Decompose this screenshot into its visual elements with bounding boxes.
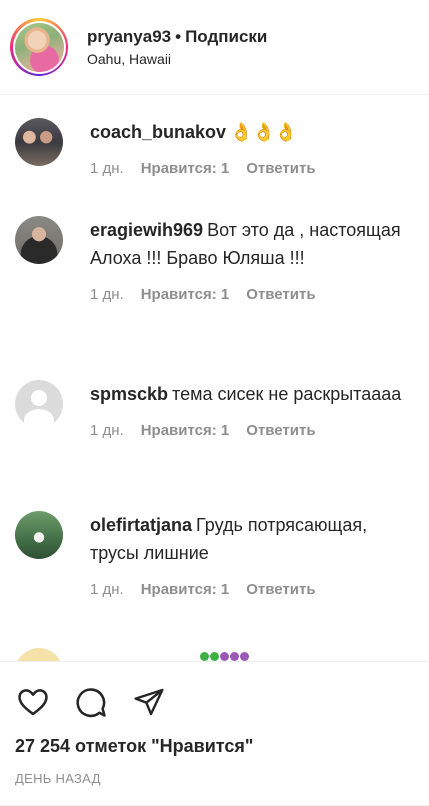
default-avatar-icon[interactable] xyxy=(15,380,63,428)
profile-avatar[interactable] xyxy=(10,18,68,76)
comment-text: olefirtatjana Грудь потрясающая, трусы ли… xyxy=(90,511,420,567)
likes-count[interactable]: 27 254 отметок "Нравится" xyxy=(15,736,253,757)
emoji-dot xyxy=(220,652,229,661)
comment-meta: 1 дн. Нравится: 1 Ответить xyxy=(90,422,420,439)
post-footer: 27 254 отметок "Нравится" ДЕНЬ НАЗАД xyxy=(0,661,429,806)
comment-message: тема сисек не раскрытаааа xyxy=(172,384,402,404)
comment-likes[interactable]: Нравится: 1 xyxy=(141,286,230,303)
comment-icon[interactable] xyxy=(73,684,109,720)
comment-body: spmsckb тема сисек не раскрытаааа 1 дн. Н… xyxy=(90,380,420,439)
emoji-dot xyxy=(210,652,219,661)
comment-meta: 1 дн. Нравится: 1 Ответить xyxy=(90,286,420,303)
comment-text: spmsckb тема сисек не раскрытаааа xyxy=(90,380,420,408)
emoji-dot xyxy=(200,652,209,661)
partial-emoji-row xyxy=(200,652,249,661)
commenter-avatar[interactable] xyxy=(15,118,63,166)
comment-item: eragiewih969 Вот это да , настоящая Алоха… xyxy=(15,216,425,303)
comment-likes[interactable]: Нравится: 1 xyxy=(141,422,230,439)
comment-body: olefirtatjana Грудь потрясающая, трусы ли… xyxy=(90,511,420,598)
next-comment-avatar-partial xyxy=(15,648,63,661)
comment-username[interactable]: coach_bunakov xyxy=(90,122,226,142)
emoji-dot xyxy=(230,652,239,661)
comment-text: eragiewih969 Вот это да , настоящая Алоха… xyxy=(90,216,420,272)
commenter-avatar[interactable] xyxy=(15,216,63,264)
comment-time[interactable]: 1 дн. xyxy=(90,160,124,177)
reply-button[interactable]: Ответить xyxy=(246,422,315,439)
comment-item: spmsckb тема сисек не раскрытаааа 1 дн. Н… xyxy=(15,380,425,439)
comment-username[interactable]: spmsckb xyxy=(90,384,168,404)
comment-likes[interactable]: Нравится: 1 xyxy=(141,160,230,177)
avatar-image xyxy=(14,22,64,72)
comment-likes[interactable]: Нравится: 1 xyxy=(141,581,230,598)
commenter-avatar[interactable] xyxy=(15,511,63,559)
avatar-border xyxy=(12,20,66,74)
heart-icon[interactable] xyxy=(15,684,51,720)
post-header: pryanya93 • Подписки Oahu, Hawaii xyxy=(0,0,429,95)
post-timestamp[interactable]: ДЕНЬ НАЗАД xyxy=(15,771,101,786)
comment-time[interactable]: 1 дн. xyxy=(90,581,124,598)
comment-body: coach_bunakov 👌👌👌 1 дн. Нравится: 1 Ответ… xyxy=(90,118,420,177)
comment-text: coach_bunakov 👌👌👌 xyxy=(90,118,420,146)
comment-body: eragiewih969 Вот это да , настоящая Алоха… xyxy=(90,216,420,303)
header-text: pryanya93 • Подписки Oahu, Hawaii xyxy=(87,27,267,67)
action-bar xyxy=(15,684,167,720)
share-icon[interactable] xyxy=(131,684,167,720)
location-link[interactable]: Oahu, Hawaii xyxy=(87,51,267,67)
header-title-row: pryanya93 • Подписки xyxy=(87,27,267,47)
following-button[interactable]: Подписки xyxy=(185,27,267,46)
comments-list[interactable]: coach_bunakov 👌👌👌 1 дн. Нравится: 1 Ответ… xyxy=(0,96,429,661)
comment-meta: 1 дн. Нравится: 1 Ответить xyxy=(90,160,420,177)
reply-button[interactable]: Ответить xyxy=(246,581,315,598)
comment-username[interactable]: eragiewih969 xyxy=(90,220,203,240)
comment-time[interactable]: 1 дн. xyxy=(90,422,124,439)
reply-button[interactable]: Ответить xyxy=(246,286,315,303)
reply-button[interactable]: Ответить xyxy=(246,160,315,177)
comment-item: coach_bunakov 👌👌👌 1 дн. Нравится: 1 Ответ… xyxy=(15,118,425,177)
partial-avatar xyxy=(15,648,63,661)
comment-meta: 1 дн. Нравится: 1 Ответить xyxy=(90,581,420,598)
comment-time[interactable]: 1 дн. xyxy=(90,286,124,303)
emoji-dot xyxy=(240,652,249,661)
username-link[interactable]: pryanya93 xyxy=(87,27,171,46)
separator-dot: • xyxy=(175,27,182,46)
comment-username[interactable]: olefirtatjana xyxy=(90,515,192,535)
comment-item: olefirtatjana Грудь потрясающая, трусы ли… xyxy=(15,511,425,598)
comment-message: 👌👌👌 xyxy=(230,122,298,142)
